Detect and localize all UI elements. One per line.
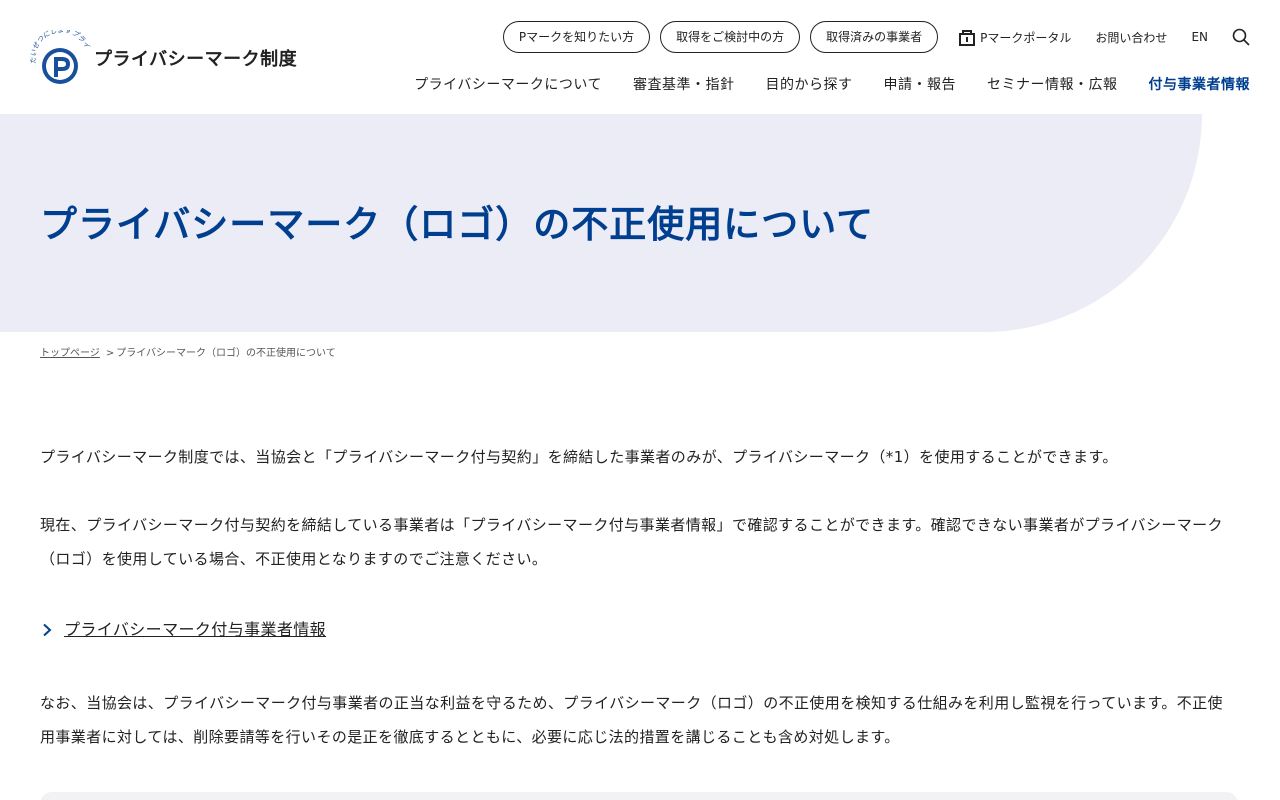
- lock-icon: [959, 30, 976, 46]
- nav-standards[interactable]: 審査基準・指針: [633, 74, 735, 94]
- language-switch[interactable]: EN: [1191, 30, 1208, 44]
- breadcrumb-home[interactable]: トップページ: [40, 348, 100, 359]
- paragraph-monitoring: なお、当協会は、プライバシーマーク付与事業者の正当な利益を守るため、プライバシー…: [40, 694, 1223, 746]
- certified-businesses-link[interactable]: プライバシーマーク付与事業者情報: [64, 613, 326, 647]
- page-hero: プライバシーマーク（ロゴ）の不正使用について: [0, 114, 1202, 332]
- portal-link[interactable]: Pマークポータル: [958, 28, 1071, 46]
- certified-businesses-link-row: プライバシーマーク付与事業者情報: [40, 613, 326, 647]
- contact-link[interactable]: お問い合わせ: [1095, 29, 1167, 46]
- site-logo[interactable]: たいせつにしますプライバシー プライバシーマーク制度: [30, 30, 297, 86]
- main-nav: プライバシーマークについて 審査基準・指針 目的から探す 申請・報告 セミナー情…: [383, 74, 1250, 94]
- breadcrumb-separator: >: [105, 348, 115, 359]
- nav-apply[interactable]: 申請・報告: [884, 74, 957, 94]
- audience-link-learn[interactable]: Pマークを知りたい方: [502, 21, 651, 53]
- audience-link-certified[interactable]: 取得済みの事業者: [810, 21, 939, 53]
- nav-about[interactable]: プライバシーマークについて: [414, 74, 602, 94]
- site-header: たいせつにしますプライバシー プライバシーマーク制度 Pマークを知りたい方 取得…: [0, 0, 1280, 114]
- nav-seminar[interactable]: セミナー情報・広報: [987, 74, 1118, 94]
- chevron-right-icon: [43, 623, 52, 637]
- logo-text: プライバシーマーク制度: [94, 49, 298, 70]
- paragraph-intro: プライバシーマーク制度では、当協会と「プライバシーマーク付与契約」を締結した事業…: [40, 448, 1118, 466]
- portal-label: Pマークポータル: [980, 30, 1072, 45]
- breadcrumb-current: プライバシーマーク（ロゴ）の不正使用について: [116, 348, 336, 359]
- privacy-mark-logo-icon: たいせつにしますプライバシー: [30, 30, 91, 84]
- audience-link-considering[interactable]: 取得をご検討中の方: [660, 21, 801, 53]
- nav-purpose[interactable]: 目的から探す: [766, 74, 853, 94]
- search-icon[interactable]: [1232, 28, 1250, 46]
- utility-nav: Pマークを知りたい方 取得をご検討中の方 取得済みの事業者 Pマークポータル お…: [502, 21, 1250, 53]
- breadcrumb: トップページ > プライバシーマーク（ロゴ）の不正使用について: [40, 344, 336, 359]
- paragraph-check: 現在、プライバシーマーク付与契約を締結している事業者は「プライバシーマーク付与事…: [40, 516, 1223, 568]
- page-title: プライバシーマーク（ロゴ）の不正使用について: [40, 203, 875, 246]
- info-box: [40, 792, 1238, 800]
- nav-certified-businesses[interactable]: 付与事業者情報: [1149, 74, 1251, 94]
